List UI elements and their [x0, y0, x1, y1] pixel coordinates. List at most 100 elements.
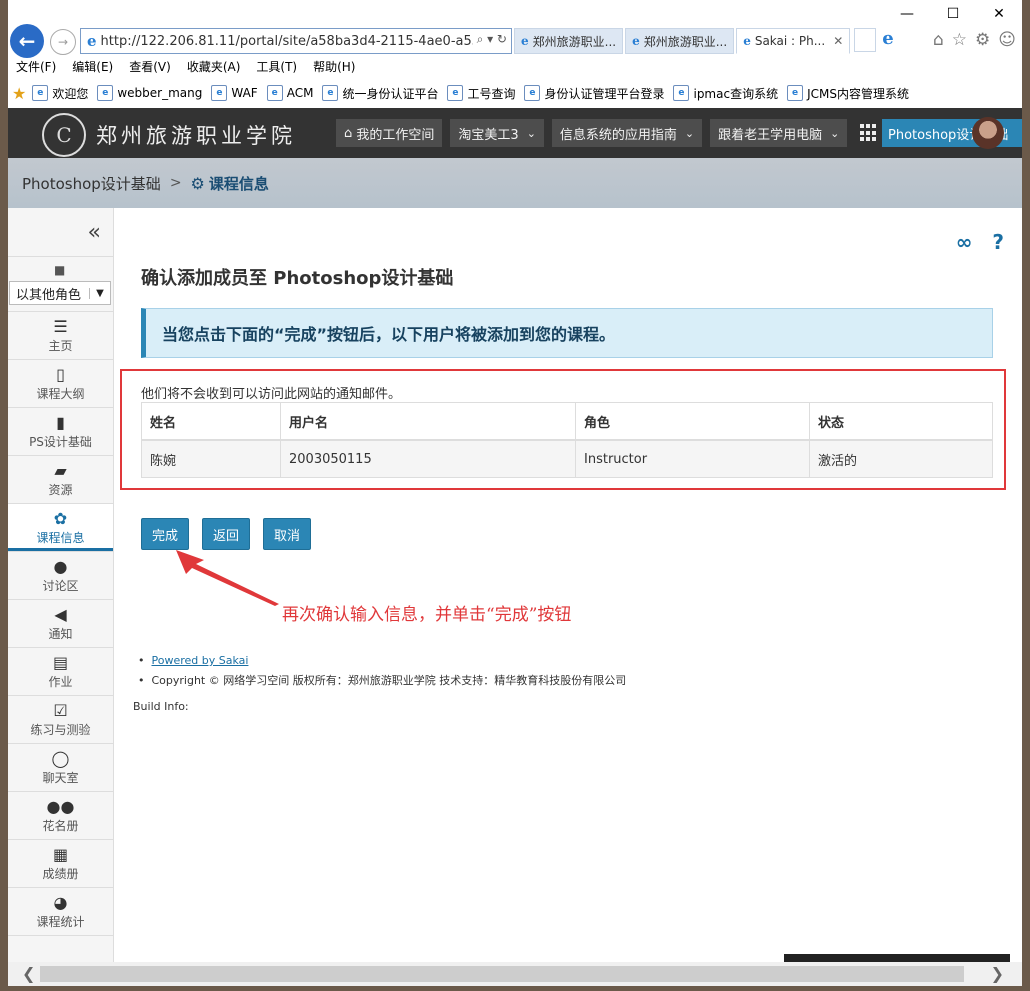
powered-by-link[interactable]: Powered by Sakai: [151, 654, 248, 667]
favorites-star-icon[interactable]: ☆: [952, 30, 967, 50]
map-icon: ▯: [56, 365, 65, 384]
sidebar-item[interactable]: ▯ 课程大纲: [8, 360, 113, 408]
sidebar-item[interactable]: ☰ 主页: [8, 312, 113, 360]
settings-gear-icon[interactable]: ⚙: [975, 30, 990, 50]
help-icon[interactable]: ?: [992, 230, 1004, 254]
url-controls[interactable]: ⌕ ▾ ↻: [472, 32, 507, 47]
ie-page-icon: e: [743, 34, 751, 48]
favorite-link[interactable]: e 身份认证管理平台登录: [524, 85, 664, 102]
favorite-link[interactable]: e 统一身份认证平台: [322, 85, 438, 102]
nav-my-workspace[interactable]: ⌂ 我的工作空间: [336, 119, 443, 147]
address-bar[interactable]: e http://122.206.81.11/portal/site/a58ba…: [80, 28, 512, 54]
avatar[interactable]: [972, 117, 1004, 149]
tool-sidebar: « ■ 以其他角色 ▼ ☰ 主页 ▯ 课程大纲 ▮ PS设计基础 ▰ 资源 ✿ 课程信息 ● 讨论区 ◀…: [8, 208, 114, 962]
sidebar-item-label: 作业: [48, 675, 73, 689]
table-header-row: 姓名 用户名 角色 状态: [141, 402, 993, 441]
link-icon[interactable]: ∞: [956, 230, 973, 254]
sidebar-item[interactable]: ▰ 资源: [8, 456, 113, 504]
tab-title: 郑州旅游职业...: [643, 34, 728, 49]
breadcrumb-current: ⚙ 课程信息: [191, 173, 269, 194]
scroll-left-icon[interactable]: ❮: [22, 964, 35, 983]
page-title: 确认添加成员至 Photoshop设计基础: [141, 268, 454, 289]
smiley-icon[interactable]: ☺: [998, 30, 1016, 50]
back-button[interactable]: ←: [10, 24, 44, 58]
menu-edit[interactable]: 编辑(E): [64, 58, 121, 78]
users-icon: ●●: [46, 797, 75, 816]
annotation-arrow: [176, 550, 279, 606]
pie-chart-icon: ◕: [53, 893, 68, 912]
page-icon: e: [787, 85, 804, 101]
school-logo[interactable]: C 郑州旅游职业学院: [42, 113, 296, 157]
sidebar-item[interactable]: ◕ 课程统计: [8, 888, 113, 936]
notice-text: 他们将不会收到可以访问此网站的通知邮件。: [141, 387, 402, 402]
gear-icon: ⚙: [190, 173, 205, 193]
horizontal-scrollbar[interactable]: ❮ ❯: [8, 962, 1022, 986]
sidebar-item[interactable]: ● 讨论区: [8, 552, 113, 600]
url-text: http://122.206.81.11/portal/site/a58ba3d…: [100, 33, 502, 49]
breadcrumb-site[interactable]: Photoshop设计基础: [22, 173, 161, 194]
scroll-thumb[interactable]: [40, 966, 964, 982]
favorite-link[interactable]: e ipmac查询系统: [673, 85, 778, 102]
sidebar-item[interactable]: ●● 花名册: [8, 792, 113, 840]
nav-site-taobao[interactable]: 淘宝美工3 ⌄: [450, 119, 544, 147]
sidebar-item-label: 练习与测验: [30, 723, 91, 737]
forward-button[interactable]: →: [50, 29, 76, 55]
favorite-link[interactable]: e webber_mang: [97, 85, 202, 101]
role-select[interactable]: 以其他角色 ▼: [9, 281, 111, 305]
col-role: 角色: [575, 402, 810, 441]
sidebar-item[interactable]: ◀ 通知: [8, 600, 113, 648]
sidebar-item[interactable]: ▤ 作业: [8, 648, 113, 696]
copyright-text: Copyright © 网络学习空间 版权所有：郑州旅游职业学院 技术支持：精华…: [151, 674, 627, 687]
favorite-label: webber_mang: [117, 86, 203, 100]
footer-copyright: • Copyright © 网络学习空间 版权所有：郑州旅游职业学院 技术支持：…: [138, 674, 627, 687]
browser-tab[interactable]: e 郑州旅游职业...: [625, 28, 735, 54]
close-tab-icon[interactable]: ✕: [833, 34, 843, 48]
scroll-right-icon[interactable]: ❯: [991, 964, 1004, 983]
sidebar-item[interactable]: ✿ 课程信息: [8, 504, 113, 552]
favorites-star-icon[interactable]: ★: [12, 84, 26, 103]
nav-label: 我的工作空间: [356, 127, 435, 143]
gear-icon: ✿: [53, 509, 68, 528]
nav-label: 跟着老王学用电脑: [718, 127, 823, 143]
collapse-menu-button[interactable]: «: [8, 208, 113, 257]
sidebar-item[interactable]: ☑ 练习与测验: [8, 696, 113, 744]
sidebar-item-label: 资源: [48, 483, 73, 497]
folder-icon: ▰: [54, 461, 67, 480]
favorite-link[interactable]: e ACM: [266, 85, 313, 101]
breadcrumb-separator: >: [169, 175, 182, 191]
bullhorn-icon: ◀: [54, 605, 67, 624]
tab-title: Sakai : Ph...: [754, 34, 826, 48]
nav-site-info-guide[interactable]: 信息系统的应用指南 ⌄: [551, 119, 703, 147]
menu-view[interactable]: 查看(V): [121, 58, 179, 78]
file-icon: ▤: [52, 653, 69, 672]
apps-grid-icon[interactable]: [860, 124, 878, 142]
comments-icon: ●: [53, 557, 68, 576]
sidebar-item[interactable]: ▦ 成绩册: [8, 840, 113, 888]
sidebar-item-label: 课程信息: [36, 531, 85, 545]
new-tab-button[interactable]: [854, 28, 877, 52]
browser-tab[interactable]: e Sakai : Ph... ✕: [736, 28, 851, 54]
sidebar-item[interactable]: ◯ 聊天室: [8, 744, 113, 792]
back-button[interactable]: 返回: [202, 518, 251, 550]
chevron-down-icon: ⌄: [684, 126, 695, 140]
menu-favorites[interactable]: 收藏夹(A): [179, 58, 249, 78]
menu-help[interactable]: 帮助(H): [305, 58, 363, 78]
favorite-link[interactable]: e 工号查询: [447, 85, 515, 102]
browser-tab[interactable]: e 郑州旅游职业...: [514, 28, 624, 54]
tab-title: 郑州旅游职业...: [532, 34, 617, 49]
col-name: 姓名: [141, 402, 281, 441]
menu-tools[interactable]: 工具(T): [248, 58, 305, 78]
favorite-link[interactable]: e 欢迎您: [32, 85, 88, 102]
sidebar-item-label: 通知: [48, 627, 73, 641]
cancel-button[interactable]: 取消: [263, 518, 312, 550]
finish-button[interactable]: 完成: [141, 518, 190, 550]
home-icon: ⌂: [344, 125, 357, 141]
sidebar-item[interactable]: ▮ PS设计基础: [8, 408, 113, 456]
favorite-label: 统一身份认证平台: [342, 86, 439, 101]
menu-file[interactable]: 文件(F): [8, 58, 64, 78]
home-icon[interactable]: ⌂: [933, 30, 944, 50]
favorite-link[interactable]: e JCMS内容管理系统: [787, 85, 909, 102]
favorite-link[interactable]: e WAF: [211, 85, 258, 101]
col-status: 状态: [809, 402, 993, 441]
nav-site-laowang[interactable]: 跟着老王学用电脑 ⌄: [710, 119, 848, 147]
